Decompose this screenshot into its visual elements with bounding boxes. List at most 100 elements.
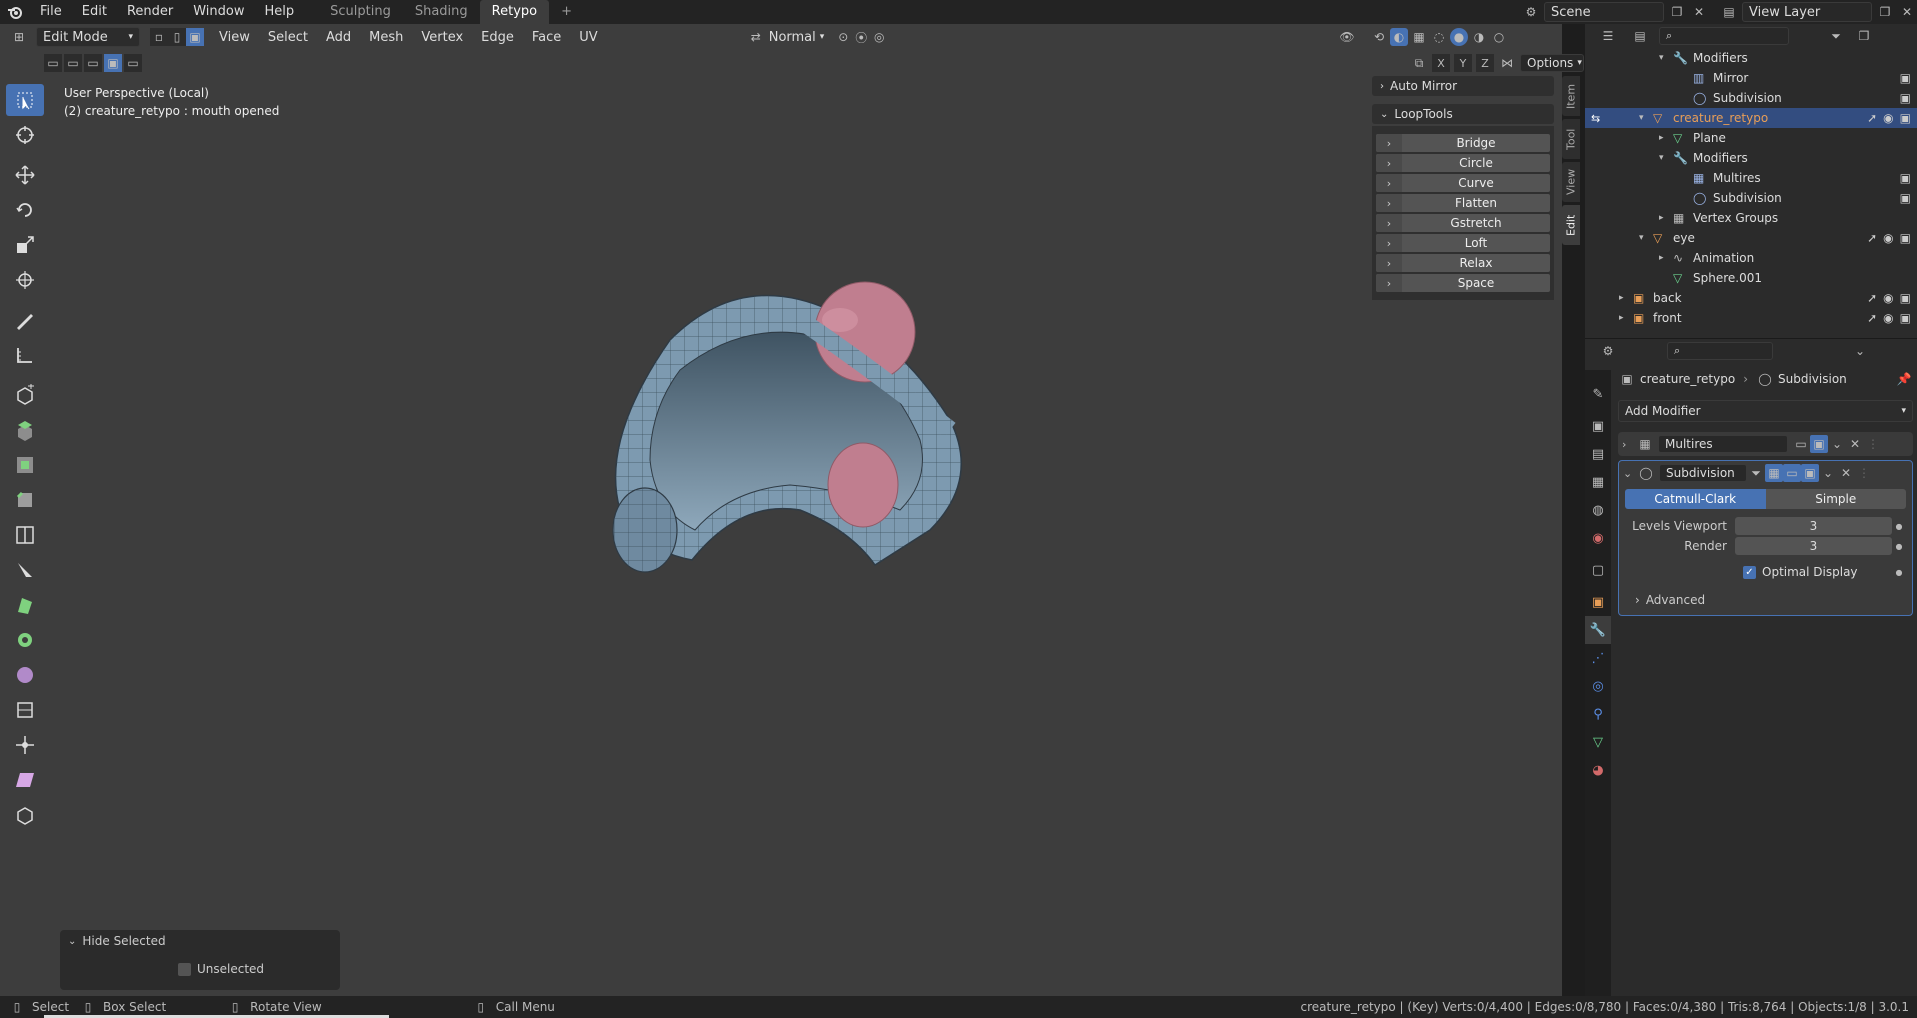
scene-icon[interactable]: ◍ — [1585, 496, 1611, 524]
expand-arrow-icon[interactable]: ▾ — [1659, 153, 1669, 163]
scene-field[interactable]: Scene — [1544, 2, 1664, 22]
subdivision-name-field[interactable]: Subdivision — [1659, 464, 1747, 482]
delete-scene-icon[interactable]: ✕ — [1690, 3, 1708, 21]
hide-selected-header[interactable]: ⌄ Hide Selected — [60, 930, 340, 952]
outliner-row[interactable]: ▾ 🔧 Modifiers — [1585, 148, 1917, 168]
select-box-tool-icon[interactable] — [6, 84, 44, 116]
add-modifier-dropdown[interactable]: Add Modifier ▾ — [1618, 400, 1913, 422]
drag-handle-icon[interactable]: ⋮ — [1855, 464, 1873, 482]
cursor-tool-icon[interactable] — [6, 119, 44, 151]
expand-arrow-icon[interactable]: ▸ — [1619, 293, 1629, 303]
chevron-right-icon[interactable]: › — [1376, 254, 1402, 272]
visibility-icon[interactable]: 👁 — [1338, 28, 1356, 46]
new-collection-icon[interactable]: ❐ — [1855, 27, 1873, 45]
menu-help[interactable]: Help — [255, 0, 305, 24]
chevron-down-icon[interactable]: ⌄ — [1623, 467, 1637, 480]
chevron-right-icon[interactable]: › — [1376, 214, 1402, 232]
eye-icon[interactable]: ◉ — [1883, 311, 1893, 325]
camera-icon[interactable]: ▣ — [1900, 191, 1911, 205]
select-invert-icon[interactable]: ▣ — [104, 54, 122, 72]
material-icon[interactable]: ◕ — [1585, 756, 1611, 784]
outliner-row[interactable]: ◯ Subdivision ▣ — [1585, 88, 1917, 108]
chevron-right-icon[interactable]: › — [1376, 154, 1402, 172]
world-icon[interactable]: ◉ — [1585, 524, 1611, 552]
annotate-tool-icon[interactable] — [6, 304, 44, 336]
realtime-display-icon[interactable]: ▭ — [1783, 464, 1801, 482]
eye-icon[interactable]: ◉ — [1883, 231, 1893, 245]
properties-search-input[interactable]: ⌕ — [1667, 341, 1773, 360]
viewport-menu-face[interactable]: Face — [523, 30, 570, 45]
workspace-tab-shading[interactable]: Shading — [403, 0, 480, 24]
outliner-row[interactable]: ◯ Subdivision ▣ — [1585, 188, 1917, 208]
camera-icon[interactable]: ▣ — [1900, 231, 1911, 245]
transform-tool-icon[interactable] — [6, 264, 44, 296]
looptools-relax-button[interactable]: › Relax — [1376, 254, 1550, 272]
selectable-arrow-icon[interactable]: ➚ — [1867, 311, 1877, 325]
keyframe-dot-icon[interactable]: ● — [1892, 542, 1906, 551]
workspace-tab-retypo[interactable]: Retypo — [479, 0, 550, 24]
viewport-menu-edge[interactable]: Edge — [472, 30, 523, 45]
looptools-flatten-button[interactable]: › Flatten — [1376, 194, 1550, 212]
display-mode-icon[interactable]: ▤ — [1631, 27, 1649, 45]
outliner-row[interactable]: ⇆ ▾ ▽ creature_retypo ➚ ◉ ▣ — [1585, 108, 1917, 128]
outliner-row[interactable]: ▾ 🔧 Modifiers — [1585, 48, 1917, 68]
delete-view-layer-icon[interactable]: ✕ — [1898, 3, 1916, 21]
eye-icon[interactable]: ◉ — [1883, 291, 1893, 305]
collection-icon[interactable]: ▢ — [1585, 556, 1611, 584]
realtime-display-icon[interactable]: ▭ — [1792, 435, 1810, 453]
render-camera-icon[interactable]: ▣ — [1801, 464, 1819, 482]
expand-arrow-icon[interactable]: ▸ — [1659, 213, 1669, 223]
chevron-right-icon[interactable]: › — [1376, 274, 1402, 292]
edit-mode-display-icon[interactable]: ▦ — [1765, 464, 1783, 482]
rip-tool-icon[interactable] — [6, 799, 44, 831]
mesh-symmetry-icon[interactable]: ⋈ — [1498, 54, 1516, 72]
chevron-down-icon[interactable]: ⌄ — [1828, 435, 1846, 453]
chevron-right-icon[interactable]: › — [1376, 174, 1402, 192]
selectable-arrow-icon[interactable]: ➚ — [1867, 231, 1877, 245]
creature-mesh-model[interactable] — [600, 280, 990, 580]
viewport-menu-select[interactable]: Select — [259, 30, 317, 45]
camera-icon[interactable]: ▣ — [1900, 171, 1911, 185]
expand-arrow-icon[interactable]: ▸ — [1659, 253, 1669, 263]
overlay-icon[interactable]: ◐ — [1390, 28, 1408, 46]
unselected-checkbox[interactable] — [178, 962, 191, 976]
xray-icon[interactable]: ▦ — [1410, 28, 1428, 46]
camera-icon[interactable]: ▣ — [1900, 91, 1911, 105]
outliner-row[interactable]: ▸ ▣ back ➚ ◉ ▣ — [1585, 288, 1917, 308]
edit-mode-indicator-icon[interactable]: ⇆ — [1591, 112, 1600, 125]
options-dropdown[interactable]: Options ▾ — [1520, 54, 1584, 72]
close-icon[interactable]: ✕ — [1846, 435, 1864, 453]
bevel-tool-icon[interactable] — [6, 484, 44, 516]
outliner-row[interactable]: ▸ ▦ Vertex Groups — [1585, 208, 1917, 228]
axis-x-toggle[interactable]: X — [1432, 54, 1450, 72]
physics-icon[interactable]: ◎ — [1585, 672, 1611, 700]
material-shading-icon[interactable]: ◑ — [1470, 28, 1488, 46]
axis-y-toggle[interactable]: Y — [1454, 54, 1472, 72]
expand-arrow-icon[interactable]: ▾ — [1659, 53, 1669, 63]
edge-slide-tool-icon[interactable] — [6, 694, 44, 726]
view-layer-field[interactable]: View Layer — [1742, 2, 1872, 22]
camera-icon[interactable]: ▣ — [1900, 291, 1911, 305]
outliner-row[interactable]: ▸ ▣ front ➚ ◉ ▣ — [1585, 308, 1917, 328]
keyframe-dot-icon[interactable]: ● — [1892, 568, 1906, 577]
expand-arrow-icon[interactable]: ▾ — [1639, 113, 1649, 123]
view-layer-icon[interactable]: ▤ — [1720, 3, 1738, 21]
camera-icon[interactable]: ▣ — [1900, 111, 1911, 125]
pin-icon[interactable]: 📌 — [1895, 370, 1913, 388]
looptools-space-button[interactable]: › Space — [1376, 274, 1550, 292]
menu-file[interactable]: File — [30, 0, 72, 24]
smooth-tool-icon[interactable] — [6, 659, 44, 691]
pivot-icon[interactable]: ⊙ — [834, 28, 852, 46]
multires-name-field[interactable]: Multires — [1658, 435, 1788, 453]
tool-icon[interactable]: ✎ — [1585, 380, 1611, 408]
expand-arrow-icon[interactable]: ▸ — [1659, 133, 1669, 143]
select-extend-icon[interactable]: ▭ — [64, 54, 82, 72]
solid-shading-icon[interactable]: ● — [1450, 28, 1468, 46]
outliner-row[interactable]: ▸ ∿ Animation — [1585, 248, 1917, 268]
camera-icon[interactable]: ▣ — [1900, 311, 1911, 325]
properties-editor-type-icon[interactable]: ⚙ — [1599, 342, 1617, 360]
transform-orientation[interactable]: ⇄ Normal ▾ — [747, 28, 825, 46]
mode-dropdown[interactable]: Edit Mode ▾ — [36, 27, 140, 47]
move-tool-icon[interactable] — [6, 159, 44, 191]
outliner-row[interactable]: ▸ ▽ Plane — [1585, 128, 1917, 148]
